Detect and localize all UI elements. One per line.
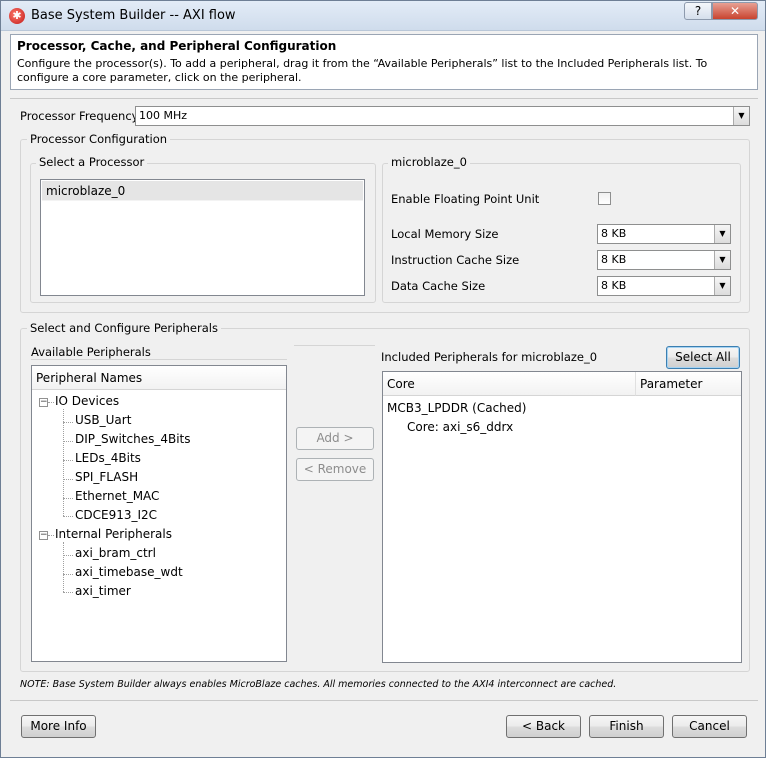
dialog-window: ✱ Base System Builder -- AXI flow ? ✕ Pr… bbox=[0, 0, 766, 758]
collapse-icon[interactable]: − bbox=[39, 531, 48, 540]
list-item-processor[interactable]: microblaze_0 bbox=[42, 181, 363, 201]
footer-note: NOTE: Base System Builder always enables… bbox=[20, 679, 617, 690]
available-peripherals-label: Available Peripherals bbox=[31, 345, 151, 359]
page-title: Processor, Cache, and Peripheral Configu… bbox=[17, 39, 337, 53]
table-row-detail[interactable]: Core: axi_s6_ddrx bbox=[407, 420, 513, 434]
chevron-down-icon: ▼ bbox=[733, 107, 749, 125]
available-peripherals-tree[interactable]: Peripheral Names − IO Devices USB_Uart D… bbox=[31, 365, 287, 662]
local-memory-value: 8 KB bbox=[601, 227, 627, 240]
icache-value: 8 KB bbox=[601, 253, 627, 266]
more-info-button[interactable]: More Info bbox=[21, 715, 96, 738]
tree-item[interactable]: CDCE913_I2C bbox=[75, 508, 157, 522]
fpu-label: Enable Floating Point Unit bbox=[391, 192, 540, 206]
divider bbox=[294, 345, 375, 346]
icache-select[interactable]: 8 KB ▼ bbox=[597, 250, 731, 270]
tree-item[interactable]: axi_timer bbox=[75, 584, 131, 598]
page-description: Configure the processor(s). To add a per… bbox=[17, 57, 708, 84]
tree-item[interactable]: SPI_FLASH bbox=[75, 470, 138, 484]
processor-list[interactable]: microblaze_0 bbox=[40, 179, 365, 296]
included-peripherals-label: Included Peripherals for microblaze_0 bbox=[381, 350, 598, 364]
chevron-down-icon: ▼ bbox=[714, 251, 730, 269]
page-header: Processor, Cache, and Peripheral Configu… bbox=[10, 34, 758, 90]
app-logo-icon: ✱ bbox=[9, 8, 25, 24]
table-row[interactable]: MCB3_LPDDR (Cached) bbox=[387, 401, 526, 415]
dcache-select[interactable]: 8 KB ▼ bbox=[597, 276, 731, 296]
tree-group-io-devices[interactable]: IO Devices bbox=[55, 394, 119, 408]
peripherals-group-title: Select and Configure Peripherals bbox=[27, 321, 221, 335]
tree-group-internal-peripherals[interactable]: Internal Peripherals bbox=[55, 527, 172, 541]
help-button[interactable]: ? bbox=[684, 2, 712, 20]
remove-button[interactable]: < Remove bbox=[296, 458, 374, 481]
close-button[interactable]: ✕ bbox=[712, 2, 758, 20]
processor-configuration-title: Processor Configuration bbox=[27, 132, 171, 146]
icache-label: Instruction Cache Size bbox=[391, 253, 520, 267]
tree-item[interactable]: Ethernet_MAC bbox=[75, 489, 159, 503]
tree-item[interactable]: USB_Uart bbox=[75, 413, 131, 427]
chevron-down-icon: ▼ bbox=[714, 225, 730, 243]
window-title: Base System Builder -- AXI flow bbox=[31, 8, 236, 23]
fpu-checkbox[interactable] bbox=[598, 192, 611, 205]
processor-frequency-select[interactable]: 100 MHz ▼ bbox=[135, 106, 750, 126]
local-memory-select[interactable]: 8 KB ▼ bbox=[597, 224, 731, 244]
included-peripherals-table[interactable]: Core Parameter MCB3_LPDDR (Cached) Core:… bbox=[382, 371, 742, 663]
select-processor-title: Select a Processor bbox=[36, 155, 148, 169]
tree-item[interactable]: axi_bram_ctrl bbox=[75, 546, 156, 560]
local-memory-label: Local Memory Size bbox=[391, 227, 499, 241]
divider bbox=[31, 359, 287, 360]
dcache-value: 8 KB bbox=[601, 279, 627, 292]
select-all-button[interactable]: Select All bbox=[666, 346, 740, 369]
column-header-parameter[interactable]: Parameter bbox=[635, 372, 741, 396]
processor-frequency-value: 100 MHz bbox=[139, 109, 188, 122]
processor-detail-title: microblaze_0 bbox=[388, 155, 470, 169]
collapse-icon[interactable]: − bbox=[39, 398, 48, 407]
title-bar: ✱ Base System Builder -- AXI flow ? ✕ bbox=[1, 1, 765, 31]
add-button[interactable]: Add > bbox=[296, 427, 374, 450]
divider bbox=[10, 98, 758, 99]
dcache-label: Data Cache Size bbox=[391, 279, 486, 293]
processor-frequency-label: Processor Frequency bbox=[20, 109, 139, 123]
tree-item[interactable]: DIP_Switches_4Bits bbox=[75, 432, 190, 446]
chevron-down-icon: ▼ bbox=[714, 277, 730, 295]
divider bbox=[10, 700, 758, 701]
back-button[interactable]: < Back bbox=[506, 715, 581, 738]
finish-button[interactable]: Finish bbox=[589, 715, 664, 738]
tree-item[interactable]: LEDs_4Bits bbox=[75, 451, 141, 465]
column-header-core[interactable]: Core bbox=[383, 372, 635, 396]
tree-item[interactable]: axi_timebase_wdt bbox=[75, 565, 183, 579]
cancel-button[interactable]: Cancel bbox=[672, 715, 747, 738]
tree-column-header[interactable]: Peripheral Names bbox=[32, 366, 286, 390]
